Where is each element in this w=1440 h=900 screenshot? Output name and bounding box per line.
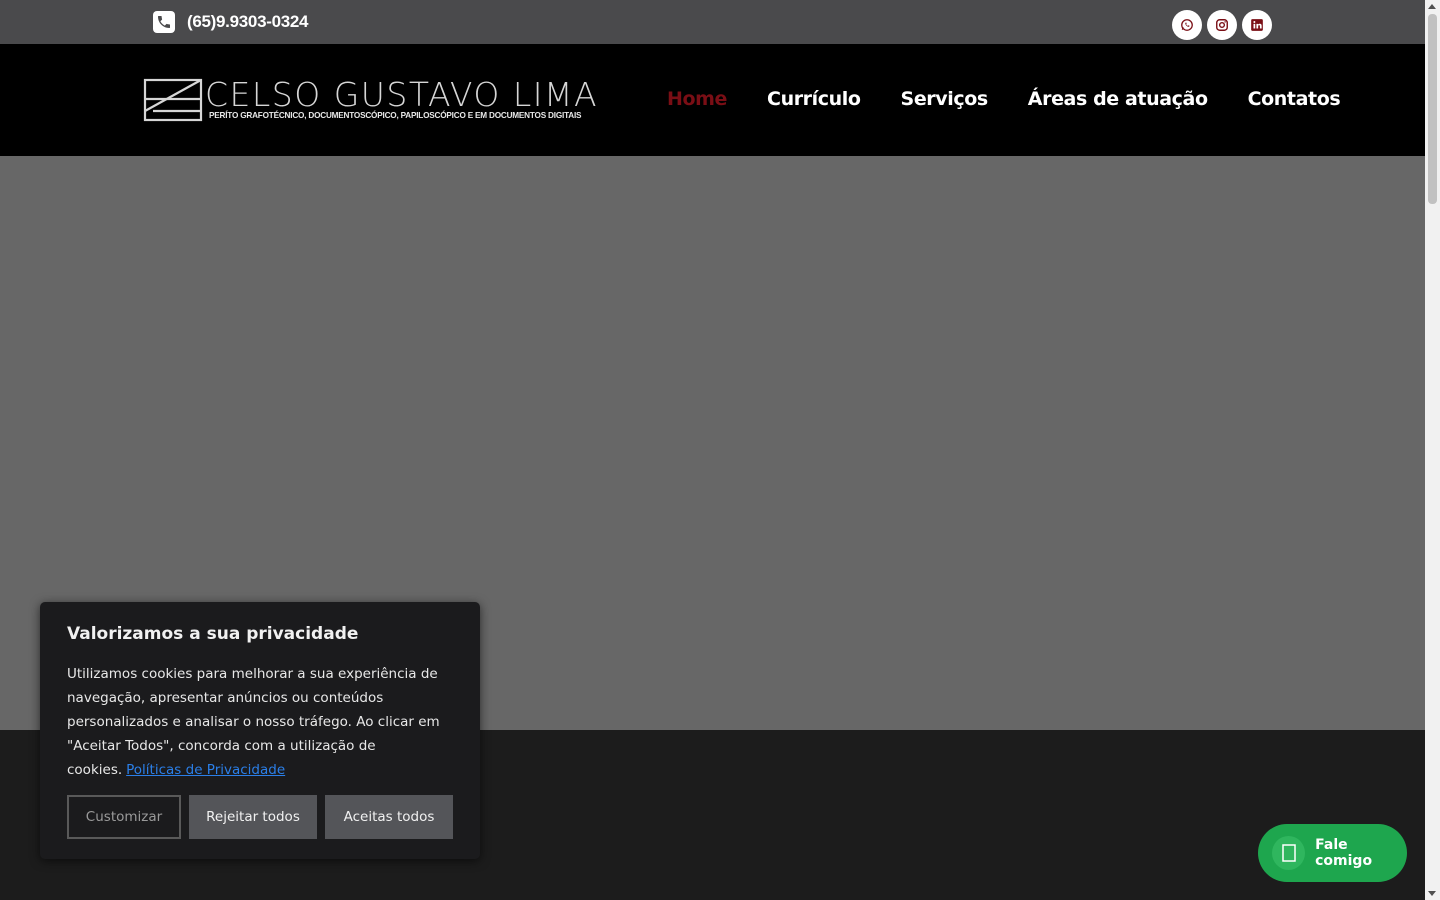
whatsapp-icon [1181,19,1193,31]
linkedin-icon [1251,19,1263,31]
cookie-text: Utilizamos cookies para melhorar a sua e… [67,662,453,782]
cookie-title: Valorizamos a sua privacidade [67,624,359,644]
top-bar: (65)9.9303-0324 [0,0,1425,44]
cookie-buttons: Customizar Rejeitar todos Aceitas todos [67,795,453,839]
phone-contact[interactable]: (65)9.9303-0324 [153,11,309,33]
page-scrollbar[interactable] [1425,0,1440,900]
phone-icon [153,11,175,33]
nav-contatos[interactable]: Contatos [1248,88,1341,110]
reject-all-button[interactable]: Rejeitar todos [189,795,317,839]
scroll-down-arrow-icon[interactable] [1428,891,1436,896]
main-nav: Home Currículo Serviços Áreas de atuação… [667,88,1341,110]
instagram-link[interactable] [1207,10,1237,40]
customize-button[interactable]: Customizar [67,795,181,839]
nav-areas-de-atuacao[interactable]: Áreas de atuação [1028,88,1208,110]
privacy-policy-link[interactable]: Políticas de Privacidade [126,762,285,778]
whatsapp-icon [1272,836,1306,870]
whatsapp-link[interactable] [1172,10,1202,40]
site-header: CELSO GUSTAVO LIMA PERÍTO GRAFOTÉCNICO, … [0,44,1425,156]
logo-name: CELSO GUSTAVO LIMA [205,75,599,114]
logo-mark-icon [143,78,203,122]
scroll-thumb[interactable] [1428,14,1437,204]
nav-servicos[interactable]: Serviços [901,88,989,110]
nav-curriculo[interactable]: Currículo [767,88,861,110]
social-links [1172,10,1272,40]
linkedin-link[interactable] [1242,10,1272,40]
scroll-up-arrow-icon[interactable] [1428,4,1436,9]
accept-all-button[interactable]: Aceitas todos [325,795,453,839]
site-logo[interactable]: CELSO GUSTAVO LIMA PERÍTO GRAFOTÉCNICO, … [143,78,603,128]
cookie-consent-banner: Valorizamos a sua privacidade Utilizamos… [40,602,480,859]
whatsapp-chat-button[interactable]: Fale comigo [1258,824,1407,882]
whatsapp-label: Fale comigo [1315,837,1373,869]
phone-number: (65)9.9303-0324 [187,12,309,31]
instagram-icon [1216,19,1228,31]
nav-home[interactable]: Home [667,88,727,110]
logo-subtitle: PERÍTO GRAFOTÉCNICO, DOCUMENTOSCÓPICO, P… [209,111,582,120]
